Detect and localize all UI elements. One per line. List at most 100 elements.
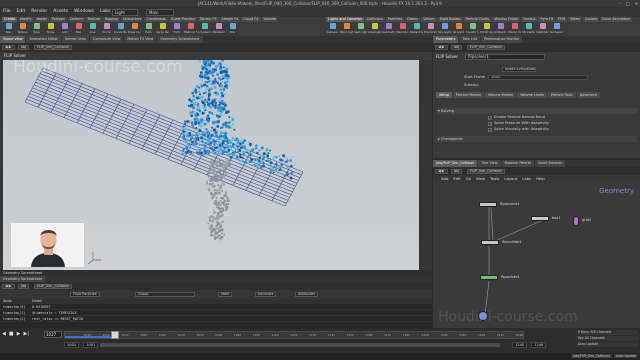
left-tool-14[interactable]: L-System bbox=[198, 23, 211, 35]
right-tool-9[interactable]: GI Light bbox=[452, 23, 465, 35]
tab-volume-limits[interactable]: Volume Limits bbox=[517, 92, 548, 98]
left-tab-4[interactable]: Deform bbox=[68, 17, 85, 22]
right-tab-4[interactable]: Vellum bbox=[421, 17, 437, 22]
net-path-node[interactable]: FLIP_Sim_Collision bbox=[467, 169, 505, 174]
right-tab-10[interactable]: FEM bbox=[556, 17, 568, 22]
menu-render[interactable]: Render bbox=[31, 9, 47, 14]
right-tab-13[interactable]: Drive Simulation bbox=[600, 17, 633, 22]
tab-animation-editor[interactable]: Animation Editor bbox=[26, 36, 61, 43]
right-tab-6[interactable]: Particle Fluids bbox=[463, 17, 492, 22]
tab-tree-view[interactable]: Tree View bbox=[478, 160, 501, 167]
ss-view-select[interactable]: View bbox=[218, 292, 233, 297]
node-flipsolver[interactable] bbox=[480, 275, 498, 280]
net-menu-help[interactable]: Help bbox=[536, 176, 545, 181]
stop-icon[interactable]: ■ bbox=[9, 331, 14, 337]
left-tool-6[interactable]: Line bbox=[86, 23, 99, 35]
right-tab-8[interactable]: Oceans bbox=[520, 17, 538, 22]
left-tab-2[interactable]: Model bbox=[34, 17, 49, 22]
menu-windows[interactable]: Windows bbox=[74, 9, 94, 14]
left-tool-16[interactable]: File bbox=[226, 23, 239, 35]
left-tab-10[interactable]: Terrain FX bbox=[197, 17, 219, 22]
left-tool-3[interactable]: Torus bbox=[44, 23, 57, 35]
reset-simulation-button[interactable]: Reset Simulation bbox=[502, 66, 536, 72]
left-tool-7[interactable]: Circle bbox=[100, 23, 113, 35]
right-tab-1[interactable]: Collisions bbox=[364, 17, 385, 22]
param-path-root[interactable]: obj bbox=[451, 45, 463, 50]
key-all-channels-button[interactable]: Key All Channels bbox=[576, 336, 638, 341]
right-tool-1[interactable]: Point Light bbox=[340, 23, 353, 35]
net-path-back-icon[interactable]: ◀ ▶ bbox=[435, 169, 448, 174]
node-box[interactable] bbox=[531, 216, 549, 221]
ss-intrinsics-select[interactable]: Intrinsics bbox=[255, 292, 277, 297]
timeline-track[interactable]: 1010 1020 1030 1040 1050 1060 1070 1080 1090 1100… bbox=[64, 331, 524, 339]
tab-scene-view[interactable]: Scene View bbox=[0, 36, 26, 43]
left-tool-15[interactable]: Metaball bbox=[212, 23, 225, 35]
right-tab-7[interactable]: Viscous Fluids bbox=[492, 17, 520, 22]
right-tab-11[interactable]: Wires bbox=[568, 17, 582, 22]
left-tool-1[interactable]: Sphere bbox=[16, 23, 29, 35]
tab-network[interactable]: /obj/FLIP_Sim_Collision bbox=[433, 160, 478, 167]
node-flipsource[interactable] bbox=[479, 202, 497, 207]
right-tool-12[interactable]: Ambient Light bbox=[494, 23, 507, 35]
folder-solving[interactable]: ▾ Solving bbox=[436, 108, 637, 114]
left-tab-11[interactable]: Simple FX bbox=[219, 17, 241, 22]
net-path-root[interactable]: obj bbox=[451, 169, 463, 174]
path-root[interactable]: obj bbox=[18, 45, 30, 50]
menu-file[interactable]: File bbox=[3, 9, 11, 14]
net-menu-go[interactable]: Go bbox=[466, 176, 471, 181]
right-tool-4[interactable]: Geometry Light bbox=[382, 23, 395, 35]
tab-advanced[interactable]: Advanced bbox=[577, 92, 600, 98]
tab-parameters[interactable]: Parameters bbox=[433, 36, 459, 43]
left-tab-12[interactable]: Cloud FX bbox=[241, 17, 261, 22]
range-end-field[interactable]: 1240 bbox=[512, 342, 528, 348]
net-menu-edit[interactable]: Edit bbox=[453, 176, 460, 181]
left-tab-1[interactable]: Modify bbox=[18, 17, 34, 22]
left-tool-0[interactable]: Box bbox=[2, 23, 15, 35]
right-tool-13[interactable]: Stereo Camera bbox=[508, 23, 521, 35]
checkbox-icon[interactable]: ✓ bbox=[488, 127, 492, 132]
right-tab-9[interactable]: Pyro FX bbox=[538, 17, 556, 22]
left-tool-5[interactable]: Null bbox=[72, 23, 85, 35]
ss-path-back-icon[interactable]: ◀ ▶ bbox=[2, 284, 15, 289]
right-tool-5[interactable]: Volume Light bbox=[396, 23, 409, 35]
right-tab-0[interactable]: Lights and Cameras bbox=[326, 17, 364, 22]
timeline-handle[interactable] bbox=[111, 331, 120, 339]
ss-attributes-select[interactable]: Attributes bbox=[295, 292, 318, 297]
current-frame-field[interactable]: 1027 bbox=[44, 331, 62, 338]
net-menu-add[interactable]: Add bbox=[441, 176, 448, 181]
range-start-field[interactable]: 1001 bbox=[64, 342, 80, 348]
minimize-button[interactable]: – bbox=[619, 1, 621, 6]
right-tool-8[interactable]: Sky Light bbox=[438, 23, 451, 35]
tab-setup[interactable]: Setup bbox=[436, 92, 452, 98]
node-name-field[interactable]: flipsolver1 bbox=[465, 54, 545, 60]
left-tab-6[interactable]: Rigging bbox=[103, 17, 120, 22]
left-tool-10[interactable]: Path bbox=[142, 23, 155, 35]
left-tab-5[interactable]: Texture bbox=[85, 17, 103, 22]
right-tool-3[interactable]: Area Light bbox=[368, 23, 381, 35]
ss-path-node[interactable]: FLIP_Sim_Collision bbox=[34, 284, 72, 289]
left-tool-13[interactable]: Platonic Solids bbox=[184, 23, 197, 35]
folder-checkpoints[interactable]: ▸ Checkpoints bbox=[436, 136, 637, 142]
right-tool-7[interactable]: Environment Light bbox=[424, 23, 437, 35]
left-tab-9[interactable]: Guide Process bbox=[168, 17, 197, 22]
path-back-icon[interactable]: ◀ ▶ bbox=[2, 45, 15, 50]
right-tool-15[interactable]: Switcher bbox=[536, 23, 549, 35]
net-menu-tools[interactable]: Tools bbox=[490, 176, 499, 181]
ss-group-field[interactable]: Group bbox=[135, 292, 195, 297]
table-row[interactable]: timestep(0) 0.0416667 bbox=[0, 305, 432, 310]
tab-render-view[interactable]: Render View bbox=[61, 36, 90, 43]
maximize-button[interactable]: □ bbox=[626, 1, 630, 6]
path-node[interactable]: FLIP_Sim_Collision bbox=[34, 45, 72, 50]
ss-source-select[interactable]: Fluid Particles bbox=[70, 292, 100, 297]
desktop-select[interactable]: Light bbox=[112, 8, 138, 16]
param-path-back-icon[interactable]: ◀ ▶ bbox=[435, 45, 448, 50]
status-update-mode[interactable]: Auto Update bbox=[614, 354, 638, 358]
check-viscosity-adaptivity[interactable]: ✓ Solve Viscosity with Adaptivity bbox=[488, 127, 549, 132]
tab-take-list[interactable]: Take List bbox=[459, 36, 480, 43]
auto-update-select[interactable]: Auto Update bbox=[576, 342, 638, 347]
checkbox-icon[interactable]: ✓ bbox=[488, 121, 492, 126]
left-tool-2[interactable]: Tube bbox=[30, 23, 43, 35]
node-flipcollide[interactable] bbox=[481, 240, 499, 245]
menu-edit[interactable]: Edit bbox=[17, 9, 26, 14]
left-tab-3[interactable]: Polygon bbox=[49, 17, 68, 22]
